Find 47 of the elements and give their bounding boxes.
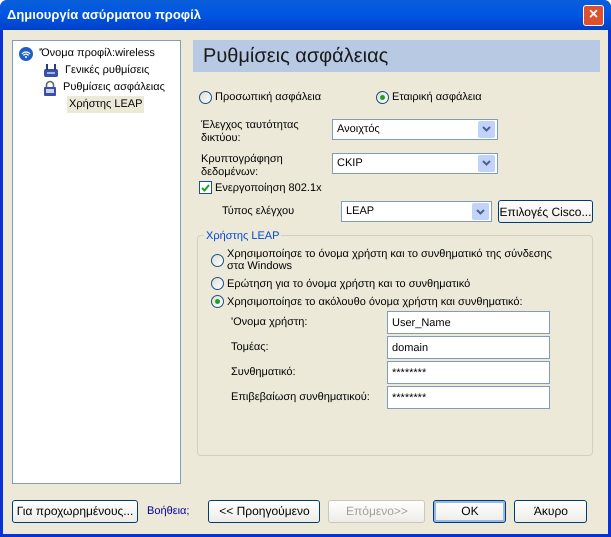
dropdown[interactable]: CKIP	[332, 152, 498, 174]
radio-button[interactable]	[211, 277, 224, 290]
field-label: Επιβεβαίωση συνθηματικού:	[231, 390, 371, 406]
window-title: Δημιουργία ασύρματου προφίλ	[7, 6, 201, 24]
dialog-button[interactable]: << Προηγούμενο	[208, 500, 320, 522]
dialog-button[interactable]: OK	[433, 500, 506, 522]
radio-button[interactable]	[199, 90, 212, 104]
chevron-down-icon	[482, 126, 491, 132]
tree-item[interactable]: 'Όνομα προφίλ:wireless	[37, 45, 157, 62]
input-field[interactable]: ********	[387, 361, 550, 384]
network-card-icon	[43, 64, 59, 78]
dialog-button[interactable]: Επιλογές Cisco...	[498, 200, 593, 223]
dialog-button[interactable]: Για προχωρημένους...	[12, 500, 138, 522]
radio-label: Εταιρική ασφάλεια	[392, 90, 482, 105]
tree-item[interactable]: Γενικές ρυθμίσεις	[63, 62, 152, 79]
field-label: Συνθηματικό:	[231, 365, 297, 380]
radio-label: Χρησιμοποίησε το ακόλουθο όνομα χρήστη και συνθηματικό:	[227, 296, 524, 308]
chevron-down-icon	[482, 160, 491, 166]
radio-label: Ερώτηση για το όνομα χρήστη και το συνθηματικό	[227, 278, 472, 290]
field-label: Τομέας:	[231, 340, 270, 356]
section-heading: Ρυθμίσεις ασφάλειας	[193, 40, 600, 72]
field-label: 'Ονομα χρήστη:	[231, 315, 308, 330]
lock-icon	[43, 80, 57, 96]
tree-item[interactable]: Ρυθμίσεις ασφάλειας	[61, 79, 167, 96]
radio-label: Χρησιμοποίησε το όνομα χρήστη και το συνθηματικό της σύνδεσης στα Windows	[227, 248, 553, 272]
dialog-button[interactable]: Άκυρο	[514, 500, 588, 522]
group-title: Χρήστης LEAP	[204, 228, 282, 244]
radio-button[interactable]	[211, 295, 224, 308]
checkbox-label: Ενεργοποίηση 802.1x	[215, 180, 322, 196]
checkbox[interactable]	[199, 181, 212, 194]
field-label: Έλεγχος ταυτότητας δικτύου:	[201, 118, 300, 144]
dropdown[interactable]: LEAP	[341, 201, 492, 222]
dropdown[interactable]: Ανοιχτός	[332, 118, 498, 140]
chevron-down-icon	[476, 208, 485, 214]
radio-label: Προσωπική ασφάλεια	[215, 90, 322, 105]
field-label: Κρυπτογράφηση δεδομένων:	[201, 152, 284, 178]
help-link[interactable]: Βοήθεια;	[147, 502, 190, 520]
radio-button[interactable]	[211, 254, 224, 266]
tree-item[interactable]: Χρήστης LEAP	[67, 96, 144, 113]
input-field[interactable]: ********	[387, 386, 550, 409]
close-button[interactable]: ×	[583, 4, 604, 26]
input-field[interactable]: User_Name	[387, 311, 550, 334]
check-icon	[201, 184, 210, 192]
radio-button[interactable]	[376, 90, 389, 104]
wireless-icon	[19, 46, 33, 60]
input-field[interactable]: domain	[387, 336, 550, 359]
field-label: Τύπος ελέγχου	[222, 204, 296, 220]
